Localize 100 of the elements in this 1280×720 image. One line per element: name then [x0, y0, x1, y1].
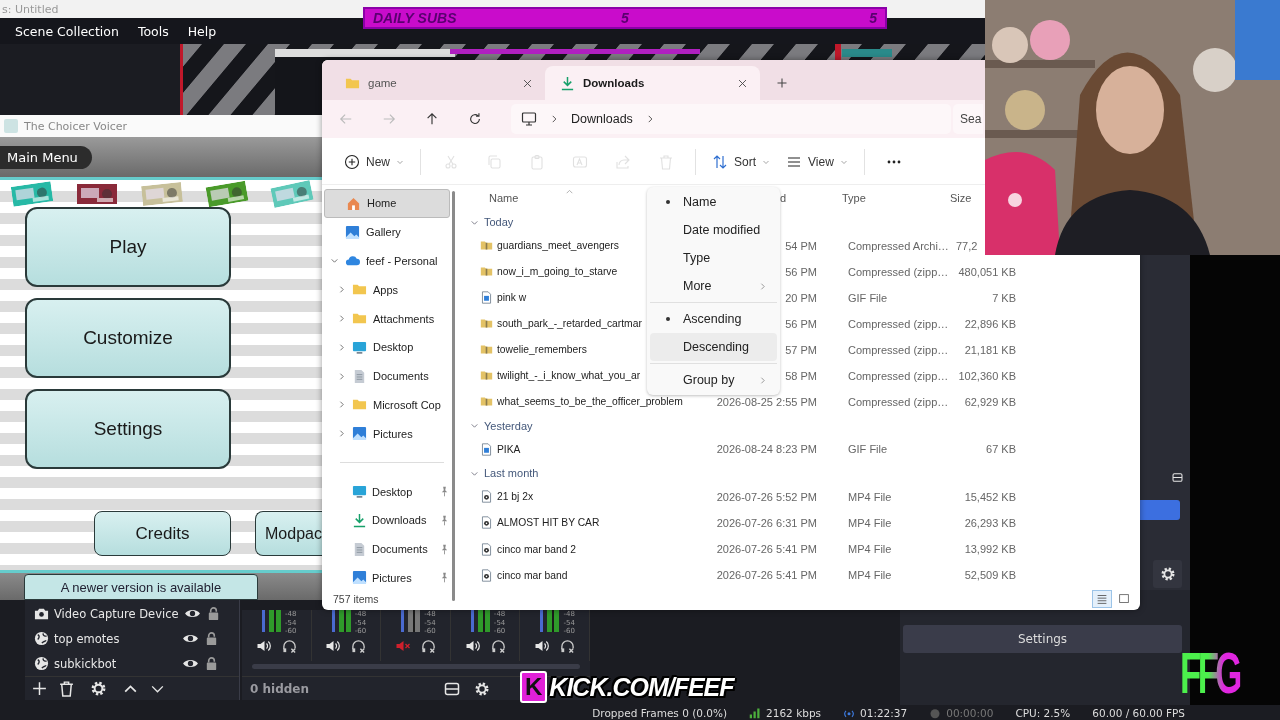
headphones-icon[interactable]	[351, 638, 367, 654]
headphones-icon[interactable]	[421, 638, 436, 654]
nav-item[interactable]: Pictures	[324, 419, 450, 449]
caret-icon	[839, 158, 848, 166]
file-name[interactable]: cinco mar band 2	[497, 543, 710, 555]
nav-item[interactable]: Documents	[324, 534, 450, 564]
source-item[interactable]: Video Capture Device	[25, 601, 239, 626]
file-name[interactable]: cinco mar band	[497, 569, 710, 581]
settings-icon[interactable]	[474, 680, 490, 697]
search-field[interactable]: Sea	[953, 104, 983, 134]
monitor-icon	[352, 339, 367, 355]
size-cell-text: 62,929 KB	[963, 396, 1016, 408]
menu-item[interactable]: Ascending	[650, 305, 777, 333]
breadcrumb-item[interactable]: Downloads	[571, 112, 633, 126]
scrollbar[interactable]	[252, 664, 580, 669]
settings-icon[interactable]	[90, 680, 107, 697]
close-icon[interactable]	[737, 77, 748, 89]
zipped-folder-icon	[480, 395, 493, 409]
nav-item[interactable]: Microsoft Cop	[324, 390, 450, 420]
group-header[interactable]: Last month	[459, 462, 1140, 484]
source-item[interactable]: subkickbot	[25, 651, 239, 676]
lock-icon[interactable]	[204, 631, 219, 646]
trash-icon[interactable]	[58, 680, 75, 697]
nav-item[interactable]: Home	[324, 189, 450, 218]
nav-item[interactable]: Downloads	[324, 505, 450, 535]
nav-item[interactable]: Attachments	[324, 304, 450, 333]
chevron-right-icon	[337, 285, 346, 295]
nav-item[interactable]: Desktop	[324, 477, 450, 506]
status-text: Dropped Frames 0 (0.0%)	[592, 706, 728, 720]
menu-item[interactable]: Group by	[650, 366, 777, 394]
sort-button[interactable]: Sort	[704, 147, 779, 177]
headphones-icon[interactable]	[281, 638, 297, 654]
tab[interactable]: game	[330, 66, 545, 100]
nav-label: Gallery	[366, 226, 401, 239]
nav-item[interactable]: Desktop	[324, 333, 450, 362]
source-item[interactable]: top emotes	[25, 626, 239, 651]
update-notice-button[interactable]: A newer version is available	[24, 574, 258, 600]
file-name[interactable]: 21 bj 2x	[497, 491, 710, 503]
headphones-icon[interactable]	[490, 638, 506, 654]
lock-icon[interactable]	[204, 656, 219, 671]
nav-item[interactable]: Gallery	[324, 217, 450, 247]
menu-item[interactable]: Scene Collection	[15, 23, 119, 39]
refresh-icon[interactable]	[468, 112, 482, 126]
zipped-folder-icon	[480, 265, 493, 279]
menu-button[interactable]: Play	[25, 207, 231, 287]
menu-item[interactable]: Date modified	[650, 216, 777, 244]
new-button[interactable]: New	[336, 147, 412, 177]
muted-speaker-icon[interactable]	[395, 638, 411, 654]
image-file-icon	[480, 442, 493, 456]
speaker-icon[interactable]	[255, 638, 272, 654]
app-icon	[4, 119, 18, 133]
menu-button[interactable]: Customize	[25, 298, 231, 378]
menu-button[interactable]: Settings	[25, 389, 231, 469]
nav-item[interactable]: feef - Personal	[324, 246, 450, 276]
add-icon[interactable]	[31, 680, 48, 697]
nav-label: Desktop	[372, 485, 414, 498]
menu-label: Date modified	[683, 223, 762, 237]
subs-count: 5	[621, 10, 629, 26]
speaker-icon[interactable]	[325, 638, 342, 654]
settings-button[interactable]: Settings	[903, 625, 1182, 653]
close-icon[interactable]	[522, 77, 533, 89]
group-header[interactable]: Yesterday	[459, 415, 1140, 437]
column-header[interactable]: Name	[489, 192, 565, 205]
file-name[interactable]: PIKA	[497, 443, 710, 455]
address-bar[interactable]: Downloads	[511, 104, 951, 134]
menu-button[interactable]: Credits	[94, 511, 231, 556]
column-header[interactable]: Size	[950, 192, 978, 205]
nav-item[interactable]: Pictures	[324, 563, 450, 593]
menu-button[interactable]: Modpac	[255, 511, 322, 556]
speaker-icon[interactable]	[464, 638, 481, 654]
details-view-button[interactable]	[1092, 590, 1112, 608]
menu-item[interactable]: More	[650, 272, 777, 300]
column-header[interactable]: d	[780, 192, 842, 205]
file-name[interactable]: ALMOST HIT BY CAR	[497, 517, 710, 529]
tab[interactable]: Downloads	[545, 66, 760, 100]
view-button[interactable]: View	[778, 147, 856, 177]
date-cell: 2026-07-26 6:31 PM	[716, 517, 817, 529]
menu-item[interactable]: Tools	[137, 23, 169, 39]
globe-icon	[34, 656, 49, 671]
menu-item[interactable]: Descending	[650, 333, 777, 361]
nav-label: Pictures	[372, 571, 413, 584]
caret-icon	[762, 158, 771, 166]
file-name[interactable]: what_seems_to_be_the_officer_problem	[497, 396, 710, 408]
column-header[interactable]: Type	[842, 192, 950, 205]
menu-item[interactable]: Name	[650, 188, 777, 216]
settings-button[interactable]	[1153, 560, 1182, 588]
type-cell-text: MP4 File	[848, 569, 893, 582]
pin-icon	[439, 543, 450, 555]
nav-item[interactable]: Apps	[324, 275, 450, 305]
headphones-icon[interactable]	[560, 638, 576, 654]
new-tab-icon[interactable]	[776, 77, 788, 89]
type-cell-text: MP4 File	[848, 490, 893, 503]
menu-item[interactable]: Type	[650, 244, 777, 272]
nav-item[interactable]: Documents	[324, 361, 450, 391]
computer-icon	[521, 111, 537, 127]
menu-item[interactable]: Help	[187, 23, 217, 39]
up-arrow-icon[interactable]	[425, 112, 439, 126]
layout-toggle-icon[interactable]	[444, 680, 460, 697]
speaker-icon[interactable]	[534, 638, 551, 654]
scrollbar[interactable]	[452, 191, 455, 601]
